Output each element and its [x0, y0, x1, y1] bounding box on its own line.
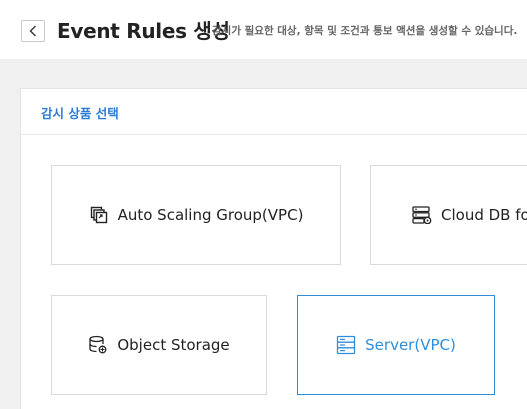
product-label: Auto Scaling Group(VPC): [117, 206, 304, 224]
page-description: 감시가 필요한 대상, 항목 및 조건과 통보 액션을 생성할 수 있습니다.: [212, 25, 518, 37]
product-card-cloud-db[interactable]: Cloud DB for: [370, 165, 527, 265]
page-title: Event Rules 생성: [57, 19, 230, 43]
product-label: Server(VPC): [365, 336, 456, 354]
product-selection-panel: 감시 상품 선택 Auto Scaling Group(VPC) Cloud D…: [20, 88, 527, 409]
product-card-object-storage[interactable]: Object Storage: [51, 295, 267, 395]
product-card-server-vpc[interactable]: Server(VPC): [297, 295, 495, 395]
server-icon: [336, 335, 356, 355]
copy-stack-icon: [89, 205, 109, 225]
page: Event Rules 생성 감시가 필요한 대상, 항목 및 조건과 통보 액…: [0, 0, 527, 409]
page-header: Event Rules 생성 감시가 필요한 대상, 항목 및 조건과 통보 액…: [0, 0, 527, 59]
chevron-left-icon: [29, 22, 37, 41]
back-button[interactable]: [21, 20, 45, 42]
database-server-icon: [412, 205, 432, 225]
product-card-auto-scaling-group[interactable]: Auto Scaling Group(VPC): [51, 165, 341, 265]
product-label: Cloud DB for: [441, 206, 527, 224]
panel-divider: [21, 134, 527, 135]
panel-title: 감시 상품 선택: [41, 106, 119, 121]
database-icon: [88, 335, 108, 355]
product-label: Object Storage: [117, 336, 230, 354]
